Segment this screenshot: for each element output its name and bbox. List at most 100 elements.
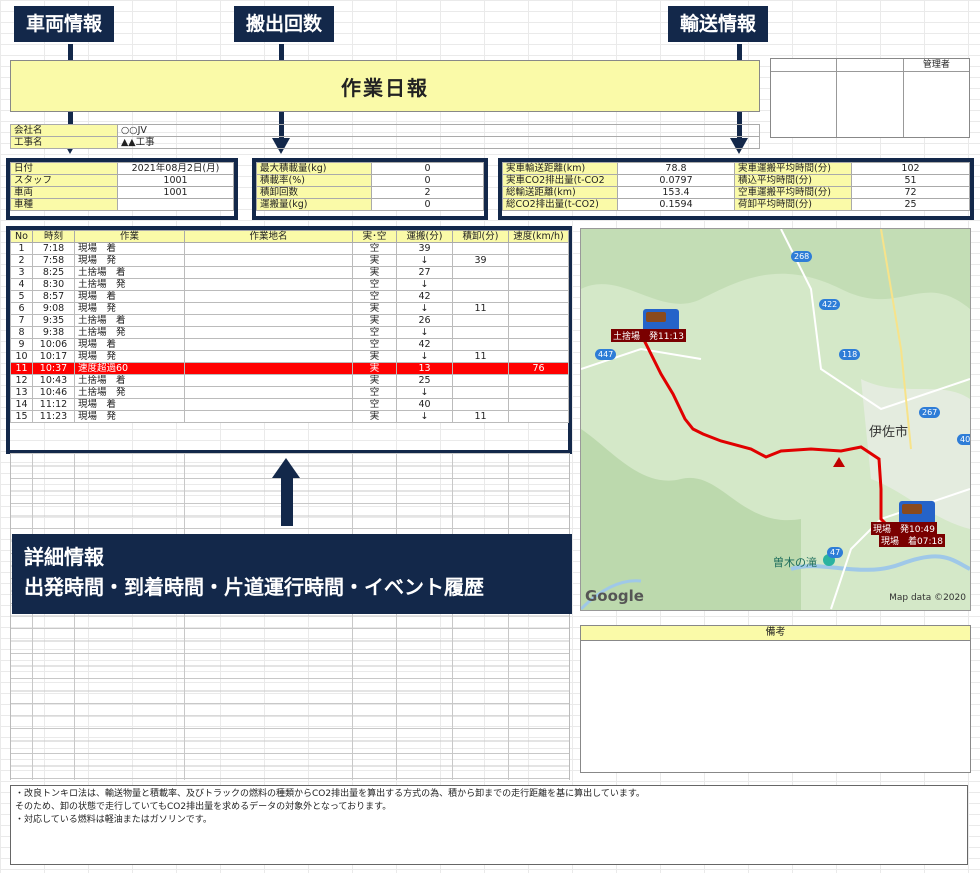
trip-info-row: 積載率(%) 0: [256, 174, 484, 187]
table-row[interactable]: 4 8:30 土捨場 発 空 ↓: [10, 278, 569, 291]
transport-info-value[interactable]: 102: [851, 162, 970, 175]
vehicle-info-label: 車両: [10, 186, 118, 199]
log-cell-no: 1: [10, 242, 33, 255]
transport-info-value[interactable]: 72: [851, 186, 970, 199]
approval-header-manager: 管理者: [922, 60, 950, 70]
log-cell-no: 6: [10, 302, 33, 315]
table-row[interactable]: 6 9:08 現場 発 実 ↓ 11: [10, 302, 569, 315]
transport-info-value[interactable]: 0.0797: [617, 174, 735, 187]
table-row[interactable]: 13 10:46 土捨場 発 空 ↓: [10, 386, 569, 399]
table-row[interactable]: 15 11:23 現場 発 実 ↓ 11: [10, 410, 569, 423]
log-cell-speed: [508, 386, 569, 399]
trip-info-value[interactable]: 0: [371, 198, 484, 211]
log-cell-place: [184, 350, 353, 363]
approval-cell-2[interactable]: [837, 72, 904, 137]
vehicle-info-value[interactable]: 1001: [117, 186, 234, 199]
table-row[interactable]: 1 7:18 現場 着 空 39: [10, 242, 569, 255]
trip-info-value[interactable]: 2: [371, 186, 484, 199]
log-cell-no: 5: [10, 290, 33, 303]
transport-info-label: 総CO2排出量(t-CO2): [502, 198, 618, 211]
log-cell-state: 実: [352, 302, 397, 315]
trip-info-label: 積載率(%): [256, 174, 372, 187]
log-cell-place: [184, 326, 353, 339]
log-cell-haul: 26: [396, 314, 453, 327]
route-shield-icon: 47: [827, 547, 844, 558]
log-cell-work: 土捨場 発: [74, 326, 185, 339]
table-row[interactable]: 8 9:38 土捨場 発 空 ↓: [10, 326, 569, 339]
transport-info-value[interactable]: 0.1594: [617, 198, 735, 211]
log-cell-state: 空: [352, 242, 397, 255]
log-cell-place: [184, 266, 353, 279]
project-value[interactable]: ▲▲工事: [117, 136, 760, 149]
trip-info-value[interactable]: 0: [371, 162, 484, 175]
table-row[interactable]: 14 11:12 現場 着 空 40: [10, 398, 569, 411]
table-row[interactable]: 7 9:35 土捨場 着 実 26: [10, 314, 569, 327]
log-cell-place: [184, 290, 353, 303]
log-cell-speed: [508, 338, 569, 351]
log-cell-state: 空: [352, 278, 397, 291]
log-cell-place: [184, 302, 353, 315]
log-column-header: 作業地名: [184, 230, 353, 243]
vehicle-info-label: スタッフ: [10, 174, 118, 187]
waterfall-label: 曽木の滝: [773, 556, 817, 569]
footnote-line: ・改良トンキロ法は、輸送物量と積載率、及びトラックの燃料の種類からCO2排出量を…: [15, 789, 645, 799]
log-cell-load: 11: [452, 302, 509, 315]
transport-info-value[interactable]: 51: [851, 174, 970, 187]
trip-info-row: 運搬量(kg) 0: [256, 198, 484, 211]
log-column-header: No: [10, 230, 33, 243]
log-cell-time: 9:38: [32, 326, 75, 339]
vehicle-info-value[interactable]: [117, 198, 234, 211]
log-cell-no: 3: [10, 266, 33, 279]
log-column-header: 実･空: [352, 230, 397, 243]
log-cell-state: 実: [352, 254, 397, 267]
table-row[interactable]: 5 8:57 現場 着 空 42: [10, 290, 569, 303]
company-value[interactable]: ○○JV: [117, 124, 760, 137]
log-cell-work: 土捨場 発: [74, 386, 185, 399]
log-cell-haul: ↓: [396, 386, 453, 399]
table-row[interactable]: 3 8:25 土捨場 着 実 27: [10, 266, 569, 279]
log-column-header: 積卸(分): [452, 230, 509, 243]
table-row[interactable]: 2 7:58 現場 発 実 ↓ 39: [10, 254, 569, 267]
route-map[interactable]: 土捨場 発11:13 現場 発10:49 現場 着07:18 伊佐市 曽木の滝 …: [580, 228, 971, 611]
log-cell-load: [452, 242, 509, 255]
transport-info-value[interactable]: 78.8: [617, 162, 735, 175]
log-cell-state: 空: [352, 398, 397, 411]
grid-line: [32, 453, 33, 780]
transport-info-callout: 輸送情報: [668, 6, 769, 42]
log-cell-haul: 42: [396, 338, 453, 351]
detail-title: 詳細情報: [24, 545, 104, 569]
log-cell-haul: 42: [396, 290, 453, 303]
table-row[interactable]: 10 10:17 現場 発 実 ↓ 11: [10, 350, 569, 363]
transport-info-label: 実車運搬平均時間(分): [734, 162, 852, 175]
remarks-box[interactable]: 備考: [580, 625, 971, 773]
transport-info-value[interactable]: 153.4: [617, 186, 735, 199]
detail-info-callout: 詳細情報 出発時間・到着時間・片道運行時間・イベント履歴: [12, 534, 572, 614]
approval-cell-manager[interactable]: [904, 72, 969, 137]
vehicle-info-value[interactable]: 2021年08月2日(月): [117, 162, 234, 175]
table-row[interactable]: 11 10:37 速度超過60 実 13 76: [10, 362, 569, 375]
log-cell-load: 39: [452, 254, 509, 267]
trip-info-value[interactable]: 0: [371, 174, 484, 187]
vehicle-info-value[interactable]: 1001: [117, 174, 234, 187]
transport-info-row: 実車CO2排出量(t-CO2 0.0797 積込平均時間(分) 51: [502, 174, 970, 187]
log-cell-no: 4: [10, 278, 33, 291]
transport-info-label: 積込平均時間(分): [734, 174, 852, 187]
log-cell-work: 土捨場 発: [74, 278, 185, 291]
company-table: 会社名 ○○JV 工事名 ▲▲工事: [10, 124, 760, 149]
log-cell-speed: [508, 374, 569, 387]
city-label: 伊佐市: [869, 425, 909, 440]
table-row[interactable]: 9 10:06 現場 着 空 42: [10, 338, 569, 351]
log-cell-place: [184, 338, 353, 351]
approval-cell-1[interactable]: [771, 72, 838, 137]
grid-line: [352, 453, 353, 780]
log-cell-speed: [508, 266, 569, 279]
arrow-up-icon: [272, 458, 300, 478]
log-cell-state: 実: [352, 410, 397, 423]
log-cell-speed: [508, 242, 569, 255]
transport-info-value[interactable]: 25: [851, 198, 970, 211]
log-cell-state: 空: [352, 386, 397, 399]
table-row[interactable]: 12 10:43 土捨場 着 実 25: [10, 374, 569, 387]
transport-info-row: 総輸送距離(km) 153.4 空車運搬平均時間(分) 72: [502, 186, 970, 199]
route-shield-icon: 447: [595, 349, 617, 360]
log-cell-time: 10:46: [32, 386, 75, 399]
